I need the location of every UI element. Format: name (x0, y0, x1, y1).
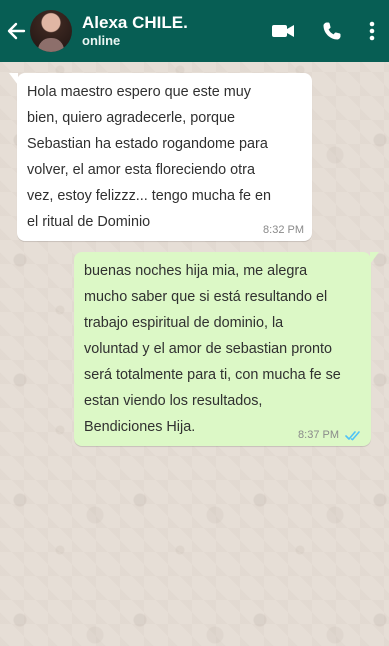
header-actions (271, 20, 389, 42)
chat-header: Alexa CHILE. online (0, 0, 389, 62)
arrow-left-icon[interactable] (4, 19, 28, 43)
video-call-icon[interactable] (271, 22, 295, 40)
message-meta: 8:32 PM (263, 223, 304, 237)
double-check-icon (345, 430, 363, 441)
message-meta: 8:37 PM (298, 428, 363, 442)
message-outgoing[interactable]: buenas noches hija mia, me alegra mucho … (74, 252, 379, 446)
contact-info[interactable]: Alexa CHILE. online (82, 13, 188, 49)
contact-name: Alexa CHILE. (82, 13, 188, 32)
phone-call-icon[interactable] (321, 20, 343, 42)
message-time: 8:32 PM (263, 224, 304, 236)
more-vert-icon[interactable] (369, 20, 375, 42)
message-text: Hola maestro espero que este muy bien, q… (27, 84, 271, 230)
message-incoming[interactable]: Hola maestro espero que este muy bien, q… (9, 73, 312, 241)
avatar[interactable] (30, 10, 72, 52)
contact-status: online (82, 33, 121, 48)
message-time: 8:37 PM (298, 429, 339, 441)
message-text: buenas noches hija mia, me alegra mucho … (84, 263, 341, 435)
